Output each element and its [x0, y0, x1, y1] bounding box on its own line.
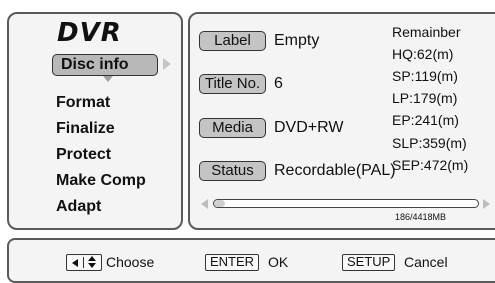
remaining-hq: HQ:62(m) [392, 46, 454, 62]
remaining-sp: SP:119(m) [392, 68, 458, 84]
navigation-keys-icon [66, 254, 102, 271]
menu-item-adapt[interactable]: Adapt [56, 198, 101, 216]
menu-item-make-comp[interactable]: Make Comp [56, 172, 146, 190]
menu-item-protect[interactable]: Protect [56, 146, 111, 164]
chevron-down-icon [103, 76, 113, 82]
scroll-right-icon [483, 199, 490, 209]
status-value: Recordable(PAL) [274, 162, 396, 179]
remaining-slp: SLP:359(m) [392, 135, 467, 151]
enter-key[interactable]: ENTER [205, 254, 260, 271]
remaining-lp: LP:179(m) [392, 90, 458, 106]
title-no-tag: Title No. [199, 74, 266, 94]
arrow-left-icon [72, 259, 78, 267]
arrow-down-icon [88, 263, 96, 268]
media-tag: Media [199, 118, 266, 138]
menu-item-disc-info[interactable]: Disc info [52, 54, 158, 76]
label-tag: Label [199, 31, 266, 51]
ok-label: OK [268, 254, 289, 270]
arrow-up-icon [88, 256, 96, 261]
disc-usage-text: 186/4418MB [395, 212, 447, 222]
chevron-right-icon [163, 58, 171, 70]
disc-usage-fill [214, 200, 226, 207]
menu-item-finalize[interactable]: Finalize [56, 120, 115, 138]
remaining-ep: EP:241(m) [392, 112, 459, 128]
remaining-heading: Remainber [392, 24, 461, 40]
scroll-left-icon [201, 199, 208, 209]
dvr-title: DVR [57, 18, 122, 48]
title-no-value: 6 [274, 75, 283, 92]
setup-key[interactable]: SETUP [342, 254, 396, 271]
remaining-sep: SEP:472(m) [392, 157, 469, 173]
menu-item-format[interactable]: Format [56, 94, 110, 112]
choose-label: Choose [106, 254, 155, 270]
cancel-label: Cancel [404, 254, 448, 270]
disc-usage-bar [213, 199, 479, 208]
label-value: Empty [274, 32, 320, 49]
media-value: DVD+RW [274, 119, 344, 136]
status-tag: Status [199, 161, 266, 181]
